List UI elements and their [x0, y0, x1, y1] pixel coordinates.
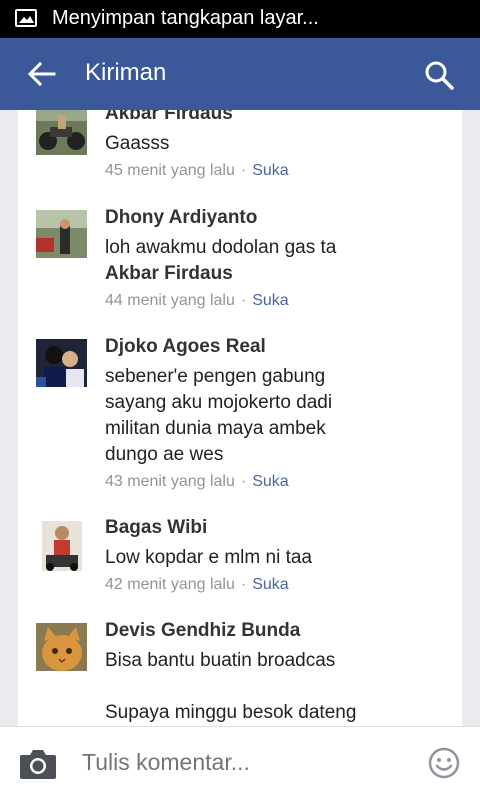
comment-text: Gaasss — [105, 133, 170, 154]
back-arrow-icon[interactable] — [26, 60, 58, 88]
comment-author[interactable]: Devis Gendhiz Bunda — [105, 618, 445, 644]
like-link[interactable]: Suka — [252, 473, 288, 490]
comment-body: Bagas Wibi Low kopdar e mlm ni taa 42 me… — [105, 515, 445, 599]
comment-body: Djoko Agoes Real sebener'e pengen gabung… — [105, 334, 445, 496]
comment-body: Dhony Ardiyanto loh awakmu dodolan gas t… — [105, 205, 445, 315]
comments-panel: Akbar Firdaus Gaasss 45 menit yang lalu ·… — [18, 110, 462, 726]
comment-text: sebener'e pengen gabung sayang aku mojok… — [105, 366, 333, 465]
meta-separator: · — [240, 473, 247, 490]
avatar[interactable] — [42, 521, 82, 571]
comment-input[interactable] — [80, 748, 404, 777]
comment-meta: 43 menit yang lalu · Suka — [105, 468, 445, 496]
comment-time: 42 menit yang lalu — [105, 576, 235, 593]
meta-separator: · — [240, 576, 247, 593]
comment-author[interactable]: Bagas Wibi — [105, 515, 445, 541]
status-text: Menyimpan tangkapan layar... — [52, 7, 319, 29]
avatar[interactable] — [36, 339, 87, 387]
comment-meta: 45 menit yang lalu · Suka — [105, 157, 445, 185]
avatar[interactable] — [36, 110, 87, 155]
comment-composer — [0, 726, 480, 801]
app-bar: Kiriman — [0, 38, 480, 110]
like-link[interactable]: Suka — [252, 162, 288, 179]
comment-meta: 44 menit yang lalu · Suka — [105, 287, 445, 315]
comment-body: Devis Gendhiz Bunda Bisa bantu buatin br… — [105, 618, 445, 726]
status-bar: Menyimpan tangkapan layar... — [0, 0, 480, 38]
avatar[interactable] — [36, 210, 87, 258]
comment-body: Akbar Firdaus Gaasss 45 menit yang lalu ·… — [105, 110, 445, 185]
comment-text: Bisa bantu buatin broadcas Supaya minggu… — [105, 650, 357, 723]
smiley-icon[interactable] — [428, 747, 460, 779]
comment-time: 44 menit yang lalu — [105, 292, 235, 309]
comment-author[interactable]: Dhony Ardiyanto — [105, 205, 445, 231]
comment-time: 43 menit yang lalu — [105, 473, 235, 490]
comment-meta: 42 menit yang lalu · Suka — [105, 571, 445, 599]
meta-separator: · — [240, 292, 247, 309]
comment-time: 45 menit yang lalu — [105, 162, 235, 179]
search-icon[interactable] — [424, 60, 454, 90]
like-link[interactable]: Suka — [252, 576, 288, 593]
comment-author[interactable]: Djoko Agoes Real — [105, 334, 445, 360]
meta-separator: · — [240, 162, 247, 179]
image-icon — [15, 9, 37, 27]
camera-icon[interactable] — [18, 747, 58, 781]
avatar[interactable] — [36, 623, 87, 671]
comment-author[interactable]: Akbar Firdaus — [105, 110, 445, 127]
comment-text: loh awakmu dodolan gas ta — [105, 237, 337, 258]
comment-text: Low kopdar e mlm ni taa — [105, 547, 312, 568]
page-title: Kiriman — [85, 59, 167, 86]
comment-mention[interactable]: Akbar Firdaus — [105, 261, 445, 287]
like-link[interactable]: Suka — [252, 292, 288, 309]
